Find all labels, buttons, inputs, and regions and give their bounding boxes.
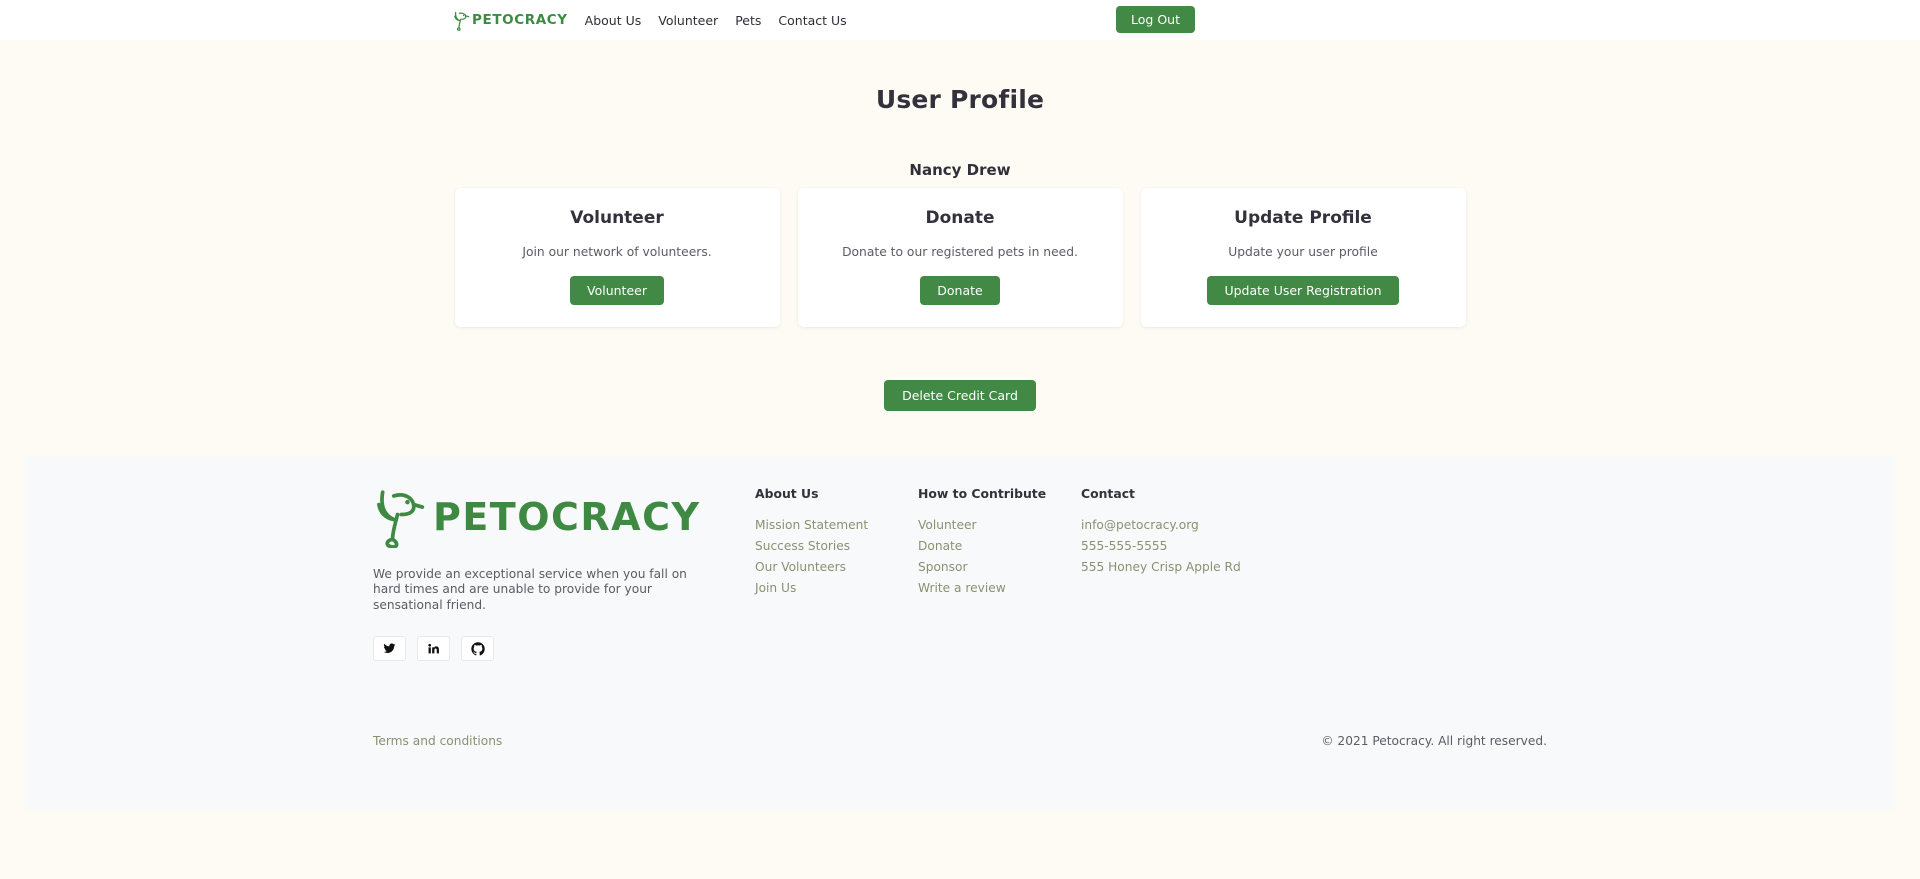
brand-logo-link[interactable]: PETOCRACY — [453, 10, 568, 31]
card-title: Volunteer — [570, 208, 664, 228]
footer-link-volunteer[interactable]: Volunteer — [918, 518, 1081, 532]
update-user-registration-button[interactable]: Update User Registration — [1207, 276, 1399, 305]
footer-link-columns: About Us Mission Statement Success Stori… — [755, 486, 1281, 661]
footer-link-success-stories[interactable]: Success Stories — [755, 539, 918, 553]
page-title: User Profile — [875, 85, 1045, 114]
footer-column-title: About Us — [755, 486, 819, 501]
user-name: Nancy Drew — [909, 161, 1011, 179]
twitter-icon[interactable] — [373, 636, 406, 662]
footer-logo: PETOCRACY — [373, 486, 723, 548]
footer-column-title: Contact — [1081, 486, 1135, 501]
bird-logo-icon — [453, 10, 470, 31]
footer-contact-phone[interactable]: 555-555-5555 — [1081, 539, 1281, 553]
footer-column-about-us: About Us Mission Statement Success Stori… — [755, 486, 918, 661]
action-cards: Volunteer Join our network of volunteers… — [0, 188, 1920, 327]
main-content: User Profile Nancy Drew Volunteer Join o… — [0, 40, 1920, 411]
social-links — [373, 636, 723, 662]
donate-button[interactable]: Donate — [920, 276, 1000, 305]
delete-credit-card-button[interactable]: Delete Credit Card — [884, 380, 1036, 411]
volunteer-button[interactable]: Volunteer — [570, 276, 664, 305]
copyright-text: © 2021 Petocracy. All right reserved. — [1321, 734, 1547, 748]
footer-link-donate[interactable]: Donate — [918, 539, 1081, 553]
brand-name: PETOCRACY — [472, 12, 568, 28]
site-header: PETOCRACY About Us Volunteer Pets Contac… — [0, 0, 1920, 40]
footer-link-mission-statement[interactable]: Mission Statement — [755, 518, 918, 532]
footer-link-write-a-review[interactable]: Write a review — [918, 581, 1081, 595]
footer-contact-address[interactable]: 555 Honey Crisp Apple Rd — [1081, 560, 1281, 574]
card-description: Donate to our registered pets in need. — [842, 245, 1078, 259]
footer-brand-column: PETOCRACY We provide an exceptional serv… — [373, 486, 723, 662]
card-description: Join our network of volunteers. — [522, 245, 712, 259]
footer-link-sponsor[interactable]: Sponsor — [918, 560, 1081, 574]
footer-column-title: How to Contribute — [918, 486, 1047, 501]
card-donate: Donate Donate to our registered pets in … — [797, 188, 1123, 327]
nav-item-contact-us[interactable]: Contact Us — [778, 13, 846, 28]
github-icon[interactable] — [461, 636, 494, 662]
terms-and-conditions-link[interactable]: Terms and conditions — [373, 734, 502, 748]
nav-item-about-us[interactable]: About Us — [585, 13, 642, 28]
footer-bottom-bar: Terms and conditions © 2021 Petocracy. A… — [373, 734, 1547, 748]
nav-item-pets[interactable]: Pets — [735, 13, 761, 28]
card-title: Donate — [925, 208, 995, 228]
site-footer: PETOCRACY We provide an exceptional serv… — [25, 456, 1895, 810]
logout-button[interactable]: Log Out — [1116, 6, 1195, 33]
footer-link-join-us[interactable]: Join Us — [755, 581, 918, 595]
footer-column-how-to-contribute: How to Contribute Volunteer Donate Spons… — [918, 486, 1081, 661]
delete-credit-card-row: Delete Credit Card — [0, 380, 1920, 411]
footer-link-our-volunteers[interactable]: Our Volunteers — [755, 560, 918, 574]
footer-top: PETOCRACY We provide an exceptional serv… — [25, 456, 1895, 662]
card-volunteer: Volunteer Join our network of volunteers… — [454, 188, 780, 327]
footer-column-contact: Contact info@petocracy.org 555-555-5555 … — [1081, 486, 1281, 661]
card-description: Update your user profile — [1228, 245, 1378, 259]
card-update-profile: Update Profile Update your user profile … — [1140, 188, 1466, 327]
footer-brand-name: PETOCRACY — [433, 495, 701, 539]
footer-description: We provide an exceptional service when y… — [373, 567, 687, 612]
header-nav-group: PETOCRACY About Us Volunteer Pets Contac… — [453, 10, 847, 31]
footer-contact-email[interactable]: info@petocracy.org — [1081, 518, 1281, 532]
bird-logo-icon — [373, 486, 427, 548]
card-title: Update Profile — [1234, 208, 1372, 228]
linkedin-icon[interactable] — [417, 636, 450, 662]
nav-item-volunteer[interactable]: Volunteer — [658, 13, 718, 28]
